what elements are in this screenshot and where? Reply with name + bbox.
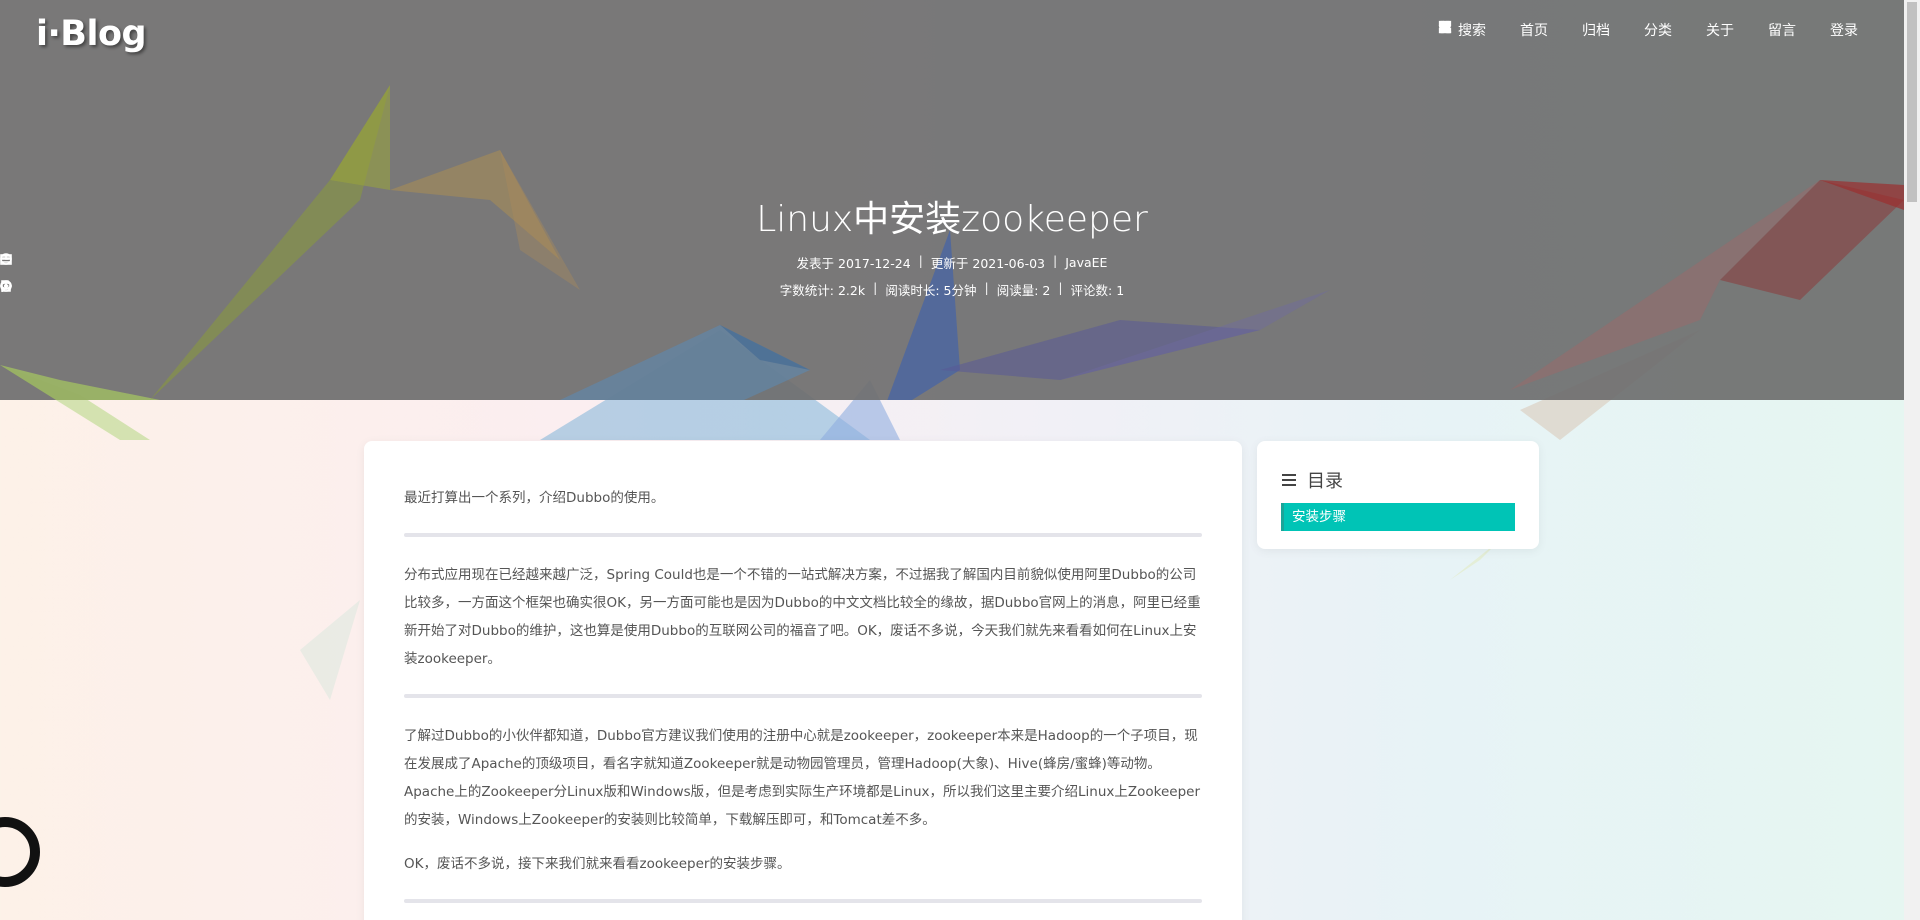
word-count-text: 字数统计: 2.2k xyxy=(779,283,866,298)
loading-ring-icon xyxy=(0,817,40,887)
site-logo[interactable]: i·Blog xyxy=(36,14,147,54)
post-meta-stats: 字数统计: 2.2k | 阅读时长: 5分钟 | 阅读量: 2 | 评论数: 1 xyxy=(0,280,1904,299)
divider xyxy=(404,533,1202,537)
scrollbar-thumb[interactable] xyxy=(1907,2,1917,202)
send-icon xyxy=(1438,20,1700,37)
list-icon xyxy=(1,255,11,263)
meta-separator: | xyxy=(1058,280,1063,295)
nav-guestbook[interactable]: 留言 xyxy=(1439,20,1796,40)
nav-archive[interactable]: 归档 xyxy=(1439,20,1610,40)
nav-label: 搜索 xyxy=(1458,23,1486,39)
menu-icon xyxy=(1282,474,1296,486)
user-icon xyxy=(1438,20,1824,37)
archive-icon xyxy=(1439,20,1576,37)
meta-word-count: 字数统计: 2.2k xyxy=(1,280,866,299)
read-time-text: 阅读时长: 5分钟 xyxy=(885,283,977,298)
post-paragraph: 了解过Dubbo的小伙伴都知道，Dubbo官方建议我们使用的注册中心就是zook… xyxy=(404,728,1201,828)
nav-category[interactable]: 分类 xyxy=(1438,20,1672,40)
comment-icon xyxy=(1439,22,1762,37)
divider xyxy=(404,694,1202,698)
meta-category[interactable]: JavaEE xyxy=(1,253,1107,272)
meta-read-time: 阅读时长: 5分钟 xyxy=(0,280,977,299)
meta-separator: | xyxy=(873,280,878,295)
nav-home[interactable]: 首页 xyxy=(1438,20,1548,40)
toc-title: 目录 xyxy=(1307,471,1343,492)
published-text: 发表于 2017-12-24 xyxy=(796,256,911,271)
post-title: Linux中安装zookeeper xyxy=(756,199,1148,240)
post-content-card: 最近打算出一个系列，介绍Dubbo的使用。 分布式应用现在已经越来越广泛，Spr… xyxy=(364,441,1242,920)
meta-views: 阅读量: 2 xyxy=(0,280,1051,299)
home-icon xyxy=(1438,20,1514,37)
meta-separator: | xyxy=(984,280,989,295)
nav-label: 留言 xyxy=(1768,23,1796,39)
post-paragraph: 分布式应用现在已经越来越广泛，Spring Could也是一个不错的一站式解决方… xyxy=(404,567,1201,667)
top-nav: 搜索 首页 归档 分类 关于 留言 登录 xyxy=(1438,20,1858,40)
nav-label: 归档 xyxy=(1582,23,1610,39)
toc-item-install-steps[interactable]: 安装步骤 xyxy=(1281,503,1515,531)
updated-text: 更新于 2021-06-03 xyxy=(930,256,1046,271)
post-paragraph: 最近打算出一个系列，介绍Dubbo的使用。 xyxy=(404,490,665,506)
nav-login[interactable]: 登录 xyxy=(1438,20,1858,40)
nav-label: 分类 xyxy=(1644,23,1672,39)
nav-label: 首页 xyxy=(1520,23,1548,39)
category-link[interactable]: JavaEE xyxy=(1065,255,1107,270)
comment-icon xyxy=(0,280,12,292)
header-banner: i·Blog 搜索 首页 归档 分类 关于 留言 登录 Linux中安装zook… xyxy=(0,0,1904,400)
views-text: 阅读量: 2 xyxy=(996,283,1051,298)
nav-label: 关于 xyxy=(1706,23,1734,39)
meta-separator: | xyxy=(1053,253,1058,268)
meta-separator: | xyxy=(918,253,923,268)
nav-label: 登录 xyxy=(1830,23,1858,39)
meta-updated: 更新于 2021-06-03 xyxy=(0,253,1046,272)
comments-text[interactable]: 评论数: 1 xyxy=(1071,280,1125,299)
nav-about[interactable]: 关于 xyxy=(1438,20,1734,40)
toc-header: 目录 xyxy=(1281,467,1515,493)
meta-comments[interactable]: 评论数: 1 xyxy=(0,280,1125,299)
toc-card: 目录 安装步骤 xyxy=(1257,441,1539,549)
post-meta-dates: 发表于 2017-12-24 | 更新于 2021-06-03 | JavaEE xyxy=(0,253,1904,272)
post-paragraph: OK，废话不多说，接下来我们就来看看zookeeper的安装步骤。 xyxy=(404,856,791,872)
grid-icon xyxy=(1438,20,1638,37)
meta-published: 发表于 2017-12-24 xyxy=(0,253,911,272)
scrollbar[interactable] xyxy=(1904,0,1920,920)
divider xyxy=(404,899,1202,903)
